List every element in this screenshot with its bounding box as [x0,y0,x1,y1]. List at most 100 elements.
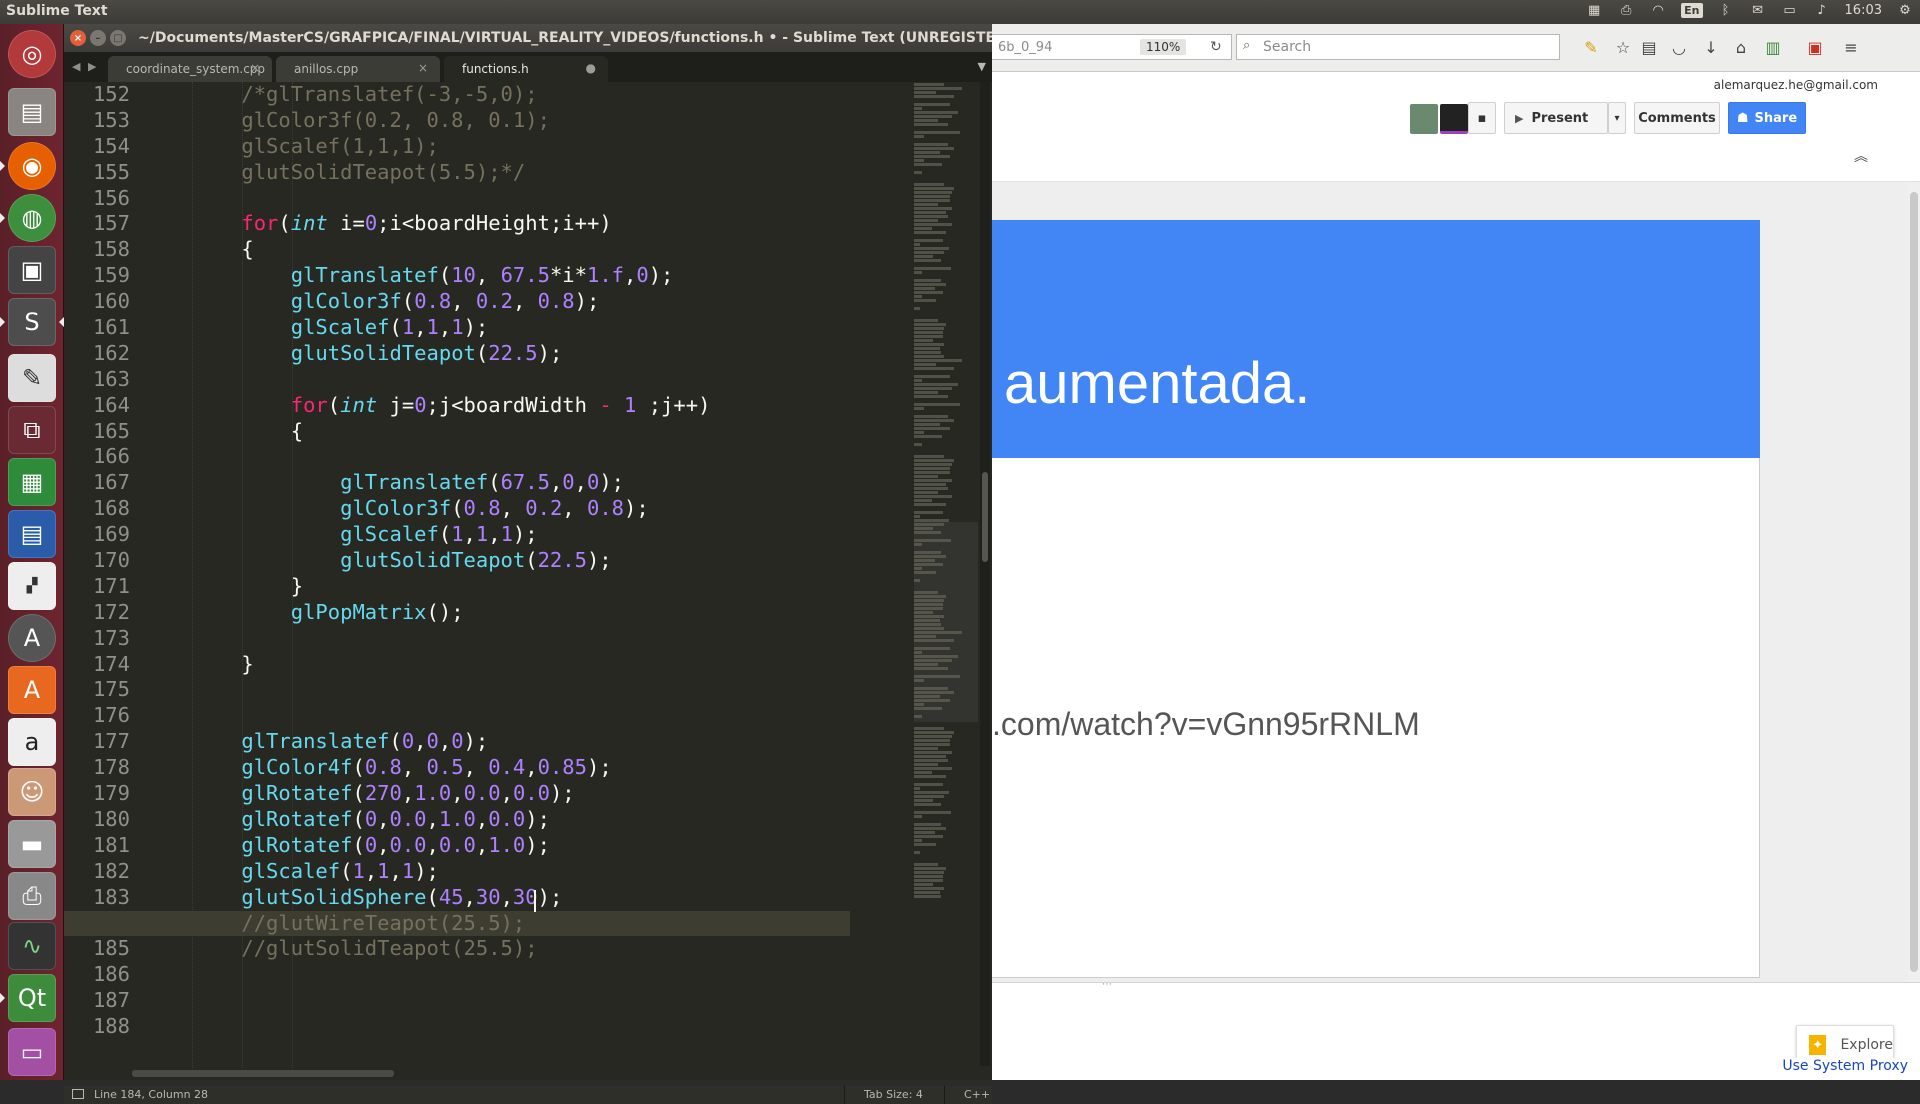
system-monitor-icon[interactable]: ∿ [8,922,56,970]
tab-close-icon[interactable]: × [418,61,428,75]
wifi-icon[interactable]: ◠ [1649,2,1667,18]
bluetooth-icon[interactable]: ᛒ [1717,2,1735,18]
code-line[interactable]: glutSolidTeapot(22.5); [192,341,850,367]
minimap[interactable] [914,82,978,1066]
spreadsheet-icon[interactable]: ▦ [8,458,56,506]
code-line[interactable] [192,1014,850,1040]
pocket-icon[interactable]: ◡ [1668,36,1690,58]
code-line[interactable] [192,626,850,652]
printer-icon[interactable]: ⎙ [1617,2,1635,18]
code-line[interactable]: glScalef(1,1,1); [192,134,850,160]
present-button[interactable]: ▶ Present [1504,102,1608,134]
slide-canvas-area[interactable]: aumentada. .com/watch?v=vGnn95rRNLM [992,182,1908,982]
chat-icon[interactable]: ▪ [1468,102,1496,134]
tab-list-dropdown-icon[interactable]: ▼ [978,60,986,73]
code-line[interactable]: //glutSolidTeapot(25.5); [192,936,850,962]
code-line[interactable] [192,186,850,212]
editor-horizontal-scrollbar[interactable] [132,1070,394,1077]
reading-list-icon[interactable]: ▤ [1638,36,1660,58]
workspaces-icon[interactable]: ⧉ [8,406,56,454]
code-line[interactable] [192,444,850,470]
home-icon[interactable]: ⌂ [1730,36,1752,58]
bookmark-star-icon[interactable]: ☆ [1612,36,1634,58]
editor-vertical-scrollbar[interactable] [980,82,990,1066]
code-line[interactable] [192,703,850,729]
code-text[interactable]: /*glTranslatef(-3,-5,0); glColor3f(0.2, … [64,82,850,1040]
download-icon[interactable]: ↓ [1700,36,1722,58]
zoom-indicator[interactable]: 110% [1140,39,1187,55]
comments-button[interactable]: Comments [1634,102,1720,134]
code-line[interactable]: { [192,237,850,263]
battery-icon[interactable]: ▭ [1781,2,1799,18]
printer-app-icon[interactable]: ⎙ [8,872,56,920]
text-editor-icon[interactable]: ✎ [8,354,56,402]
code-line[interactable]: } [192,652,850,678]
notes-resize-handle[interactable]: ⋯ [1102,979,1112,990]
slide-title-text[interactable]: aumentada. [1004,350,1310,417]
code-line[interactable]: for(int i=0;i<boardHeight;i++) [192,211,850,237]
collaborator-avatar[interactable] [1410,104,1438,134]
files-icon[interactable]: ▤ [8,88,56,136]
scrollbar-thumb[interactable] [982,472,988,562]
tab-size-selector[interactable]: Tab Size: 4 [864,1088,923,1101]
code-line[interactable]: glScalef(1,1,1); [192,859,850,885]
tab-modified-dot-icon[interactable]: ● [586,61,596,75]
code-editor[interactable]: 152 153 154 155 156 157 158 159 160 161 162 163 164 1… [64,82,978,1068]
code-line[interactable]: glPopMatrix(); [192,600,850,626]
syntax-selector[interactable]: C++ [964,1088,990,1101]
tab-close-icon[interactable]: × [250,61,260,75]
scrollbar-thumb[interactable] [1910,192,1918,972]
slide-link-text[interactable]: .com/watch?v=vGnn95rRNLM [992,706,1420,743]
code-line[interactable]: glRotatef(0,0.0,1.0,0.0); [192,807,850,833]
code-line[interactable] [192,367,850,393]
clock[interactable]: 16:03 [1845,3,1882,18]
highlighter-icon[interactable]: ✎ [1580,36,1602,58]
code-line[interactable] [192,988,850,1014]
use-system-proxy-link[interactable]: Use System Proxy [1778,1058,1912,1074]
code-line[interactable]: glRotatef(270,1.0,0.0,0.0); [192,781,850,807]
close-window-button[interactable]: × [70,30,86,46]
code-line[interactable]: /*glTranslatef(-3,-5,0); [192,82,850,108]
code-line[interactable]: glScalef(1,1,1); [192,315,850,341]
amazon-icon[interactable]: a [8,718,56,766]
slide-title-banner[interactable]: aumentada. [992,220,1760,458]
mail-icon[interactable]: ✉ [1749,2,1767,18]
keyboard-layout-indicator[interactable]: En [1681,2,1703,18]
collapse-header-chevron-icon[interactable]: ︽ [1854,146,1868,166]
maximize-window-button[interactable]: □ [110,30,126,46]
slides-vertical-scrollbar[interactable] [1908,182,1920,982]
document-writer-icon[interactable]: ▤ [8,510,56,558]
collaborator-avatar[interactable] [1440,104,1468,134]
account-email[interactable]: alemarquez.he@gmail.com [1714,78,1878,92]
code-line[interactable]: glTranslatef(67.5,0,0); [192,470,850,496]
minimize-window-button[interactable]: – [90,30,106,46]
software-center-icon[interactable]: A [8,666,56,714]
code-line[interactable]: for(int j=0;j<boardWidth - 1 ;j++) [192,393,850,419]
code-line[interactable]: //glutWireTeapot(25.5); [64,910,850,937]
tab-scroll-left-icon[interactable]: ◀ [72,60,80,73]
slide[interactable]: aumentada. .com/watch?v=vGnn95rRNLM [992,220,1760,978]
dash-home-icon[interactable]: ◎ [8,30,56,78]
code-line[interactable]: glColor3f(0.8, 0.2, 0.8); [192,289,850,315]
code-line[interactable]: glutSolidTeapot(22.5); [192,548,850,574]
menu-hamburger-icon[interactable]: ≡ [1840,36,1862,58]
code-line[interactable] [192,677,850,703]
tab-scroll-right-icon[interactable]: ▶ [88,60,96,73]
lock-icon[interactable]: ▣ [8,246,56,294]
code-line[interactable]: glScalef(1,1,1); [192,522,850,548]
workspace-switcher-icon[interactable]: ▦ [1585,2,1603,18]
misc-app-icon[interactable]: ▭ [8,1028,56,1076]
office-suite-icon[interactable]: ▞ [8,562,56,610]
code-line[interactable] [192,962,850,988]
qt-creator-icon[interactable]: Qt [0,974,56,1022]
share-button[interactable]: ☗ Share [1728,102,1806,134]
chrome-icon[interactable]: ◍ [0,194,56,242]
code-line[interactable]: glutSolidSphere(45,30,30); [192,885,850,911]
disk-utility-icon[interactable]: ▬ [8,820,56,868]
extension-icon[interactable]: ▥ [1762,36,1784,58]
code-line[interactable]: { [192,419,850,445]
tab-anillos[interactable]: anillos.cpp × [276,56,440,82]
software-updater-icon[interactable]: A [8,614,56,662]
search-box[interactable]: ⌕ Search [1236,34,1560,60]
code-line[interactable]: glTranslatef(10, 67.5*i*1.f,0); [192,263,850,289]
